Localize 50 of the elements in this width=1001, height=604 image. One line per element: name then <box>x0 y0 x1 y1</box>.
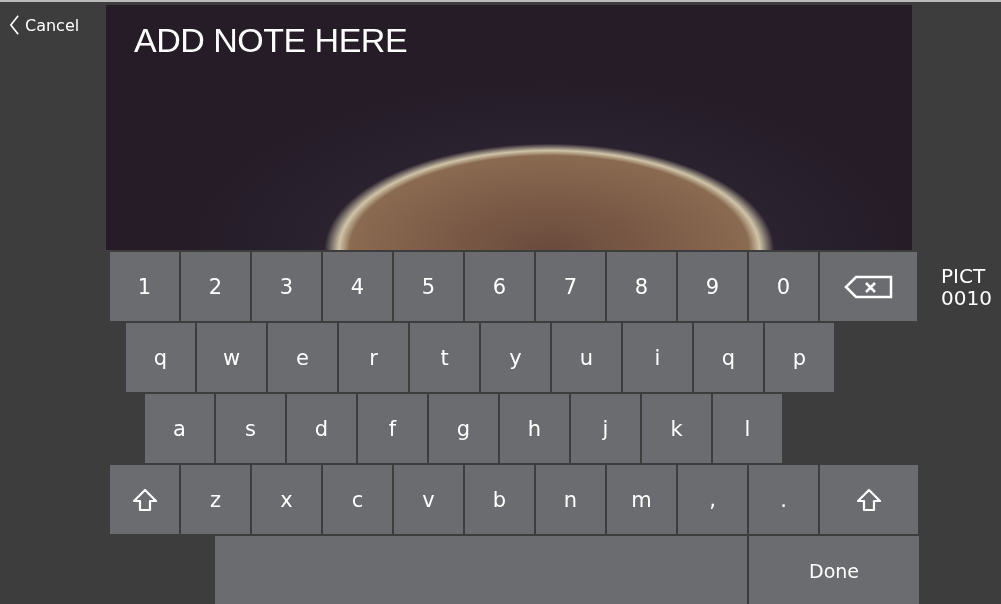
keyboard-key[interactable]: 9 <box>678 252 747 321</box>
file-name-text: PICT <box>941 264 987 287</box>
keyboard-key[interactable]: 7 <box>536 252 605 321</box>
shift-key[interactable] <box>820 465 918 534</box>
keyboard-key[interactable]: f <box>358 394 427 463</box>
cancel-button[interactable]: Cancel <box>0 5 80 37</box>
keyboard-key[interactable]: 2 <box>181 252 250 321</box>
keyboard-key[interactable]: u <box>552 323 621 392</box>
keyboard-key[interactable]: l <box>713 394 782 463</box>
keyboard-key[interactable]: 0 <box>749 252 818 321</box>
keyboard-key[interactable]: r <box>339 323 408 392</box>
shift-icon <box>131 487 158 512</box>
note-text: ADD NOTE HERE <box>134 21 408 60</box>
keyboard-key[interactable]: c <box>323 465 392 534</box>
chevron-left-icon <box>9 13 20 37</box>
keyboard-key[interactable]: 4 <box>323 252 392 321</box>
keyboard-key[interactable]: y <box>481 323 550 392</box>
keyboard-key[interactable]: t <box>410 323 479 392</box>
keyboard-key[interactable]: 5 <box>394 252 463 321</box>
keyboard-key[interactable]: p <box>765 323 834 392</box>
keyboard-key[interactable]: j <box>571 394 640 463</box>
keyboard-key[interactable]: 3 <box>252 252 321 321</box>
keyboard-key[interactable]: i <box>623 323 692 392</box>
keyboard-key[interactable]: h <box>500 394 569 463</box>
keyboard-key[interactable]: x <box>252 465 321 534</box>
keyboard-key[interactable]: z <box>181 465 250 534</box>
backspace-key[interactable] <box>820 252 917 321</box>
keyboard-key[interactable]: a <box>145 394 214 463</box>
keyboard-key[interactable]: e <box>268 323 337 392</box>
keyboard-key[interactable]: q <box>694 323 763 392</box>
file-name-text: 0010 <box>941 286 992 309</box>
keyboard-key[interactable]: s <box>216 394 285 463</box>
done-key[interactable]: Done <box>749 536 919 604</box>
keyboard-key[interactable]: w <box>197 323 266 392</box>
keyboard-key[interactable]: d <box>287 394 356 463</box>
shift-key[interactable] <box>110 465 179 534</box>
keyboard-key[interactable]: , <box>678 465 747 534</box>
keyboard-key[interactable]: q <box>126 323 195 392</box>
keyboard-key[interactable]: 8 <box>607 252 676 321</box>
keyboard-key[interactable]: v <box>394 465 463 534</box>
keyboard-key[interactable]: g <box>429 394 498 463</box>
keyboard-key[interactable]: n <box>536 465 605 534</box>
keyboard-key[interactable]: b <box>465 465 534 534</box>
shift-icon <box>856 487 882 512</box>
backspace-icon <box>843 274 894 299</box>
keyboard-key[interactable]: m <box>607 465 676 534</box>
keyboard-key[interactable]: . <box>749 465 818 534</box>
keyboard-key[interactable]: 1 <box>110 252 179 321</box>
keyboard-key[interactable]: 6 <box>465 252 534 321</box>
keyboard-key[interactable]: k <box>642 394 711 463</box>
